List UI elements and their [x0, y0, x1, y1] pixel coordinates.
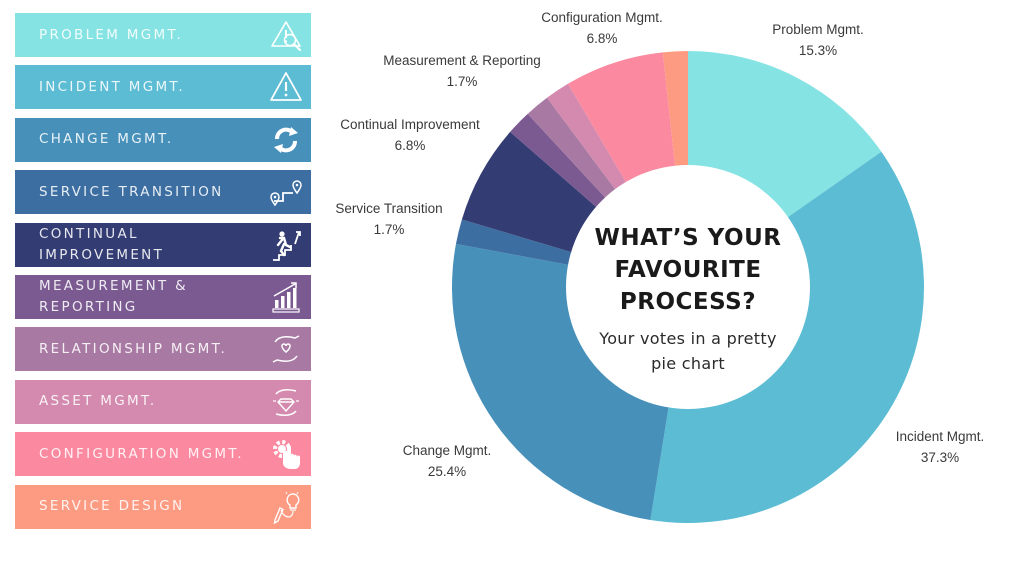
slice-value-label: 1.7% — [374, 222, 405, 237]
chart-title-line: FAVOURITE — [614, 257, 761, 283]
chart-subtitle-line: Your votes in a pretty — [598, 329, 776, 348]
slice-name-label: Continual Improvement — [340, 117, 480, 132]
slice-name-label: Configuration Mgmt. — [541, 10, 663, 25]
slice-value-label: 37.3% — [921, 450, 959, 465]
slice-value-label: 15.3% — [799, 43, 837, 58]
chart-title-line: PROCESS? — [620, 289, 756, 315]
donut-chart: WHAT’S YOUR FAVOURITE PROCESS? Your votes i… — [335, 10, 985, 523]
slice-name-label: Service Transition — [335, 201, 442, 216]
slice-name-label: Measurement & Reporting — [383, 53, 541, 68]
slice-value-label: 25.4% — [428, 464, 466, 479]
slice-name-label: Incident Mgmt. — [896, 429, 985, 444]
slice-value-label: 6.8% — [587, 31, 618, 46]
chart-subtitle-line: pie chart — [651, 354, 725, 373]
slice-value-label: 1.7% — [447, 74, 478, 89]
slice-name-label: Problem Mgmt. — [772, 22, 864, 37]
chart-title-line: WHAT’S YOUR — [595, 225, 782, 251]
slice-name-label: Change Mgmt. — [403, 443, 492, 458]
slice-value-label: 6.8% — [395, 138, 426, 153]
